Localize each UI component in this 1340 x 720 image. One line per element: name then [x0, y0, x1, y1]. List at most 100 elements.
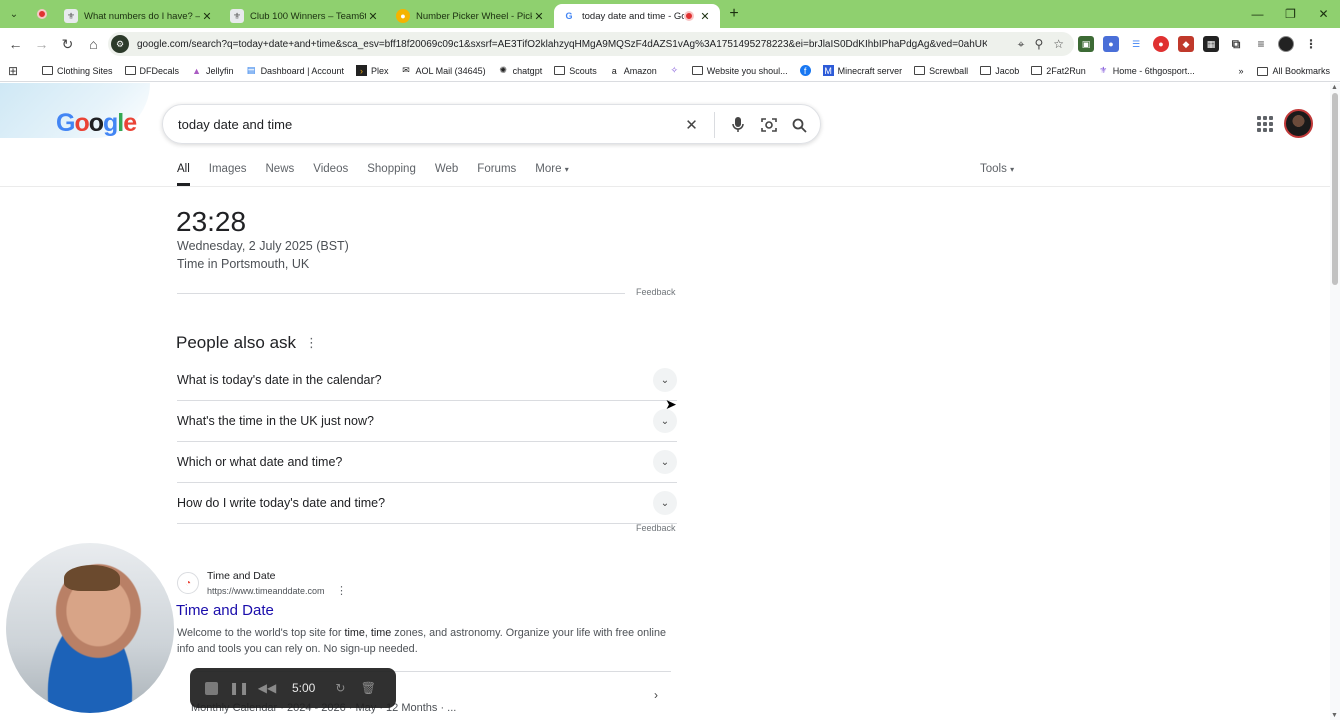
home-button[interactable]: ⌂ [81, 32, 106, 57]
reading-list-icon[interactable]: ≡ [1253, 36, 1269, 52]
camera-lens-icon[interactable] [760, 117, 777, 134]
scroll-up-icon[interactable]: ▲ [1331, 84, 1338, 91]
bookmark-item[interactable]: ✺ chatgpt [498, 65, 542, 76]
bookmark-item[interactable]: f [799, 65, 811, 76]
browser-tab[interactable]: ⚜ Club 100 Winners – Team6th.o ✕ [222, 4, 388, 28]
site-info-icon[interactable]: ⚙ [111, 35, 129, 53]
account-avatar[interactable] [1284, 109, 1313, 138]
google-apps-icon[interactable] [1257, 116, 1273, 132]
minimize-button[interactable]: — [1241, 0, 1274, 28]
forward-button[interactable]: → [29, 32, 54, 57]
recording-timer: 5:00 [292, 681, 316, 695]
search-tabs: All Images News Videos Shopping Web Foru… [177, 163, 569, 186]
extension-icon[interactable]: ◆ [1178, 36, 1194, 52]
new-tab-button[interactable]: + [720, 5, 748, 23]
browser-tab[interactable]: ● Number Picker Wheel - Pick R ✕ [388, 4, 554, 28]
paa-question[interactable]: What is today's date in the calendar? ⌄ [177, 360, 677, 401]
bookmark-item[interactable]: a Amazon [609, 65, 657, 76]
tab-title: What numbers do I have? – Te [84, 10, 200, 22]
menu-kebab-icon[interactable]: ⋮ [1303, 36, 1319, 52]
feedback-link[interactable]: Feedback [636, 287, 676, 297]
profile-avatar[interactable] [1278, 36, 1294, 52]
apps-icon[interactable]: ⊞ [8, 64, 30, 78]
tab-close-icon[interactable]: ✕ [698, 10, 712, 23]
stop-icon[interactable] [204, 681, 218, 695]
more-options-icon[interactable]: ⋮ [305, 335, 318, 351]
tab-close-icon[interactable]: ✕ [200, 10, 214, 23]
result-title-link[interactable]: Time and Date [176, 602, 274, 619]
pause-icon[interactable]: ❚❚ [229, 681, 249, 695]
scroll-down-icon[interactable]: ▼ [1331, 712, 1338, 719]
result-url[interactable]: https://www.timeanddate.com [207, 586, 325, 596]
microphone-icon[interactable] [729, 117, 746, 134]
search-icon[interactable] [791, 117, 808, 134]
folder-icon [1257, 66, 1269, 76]
tab-images[interactable]: Images [209, 163, 247, 186]
tab-strip: ⌄ ⚜ What numbers do I have? – Te ✕ ⚜ Clu… [0, 0, 1340, 28]
extensions-puzzle-icon[interactable]: ⧉ [1228, 36, 1244, 52]
team6th-icon: ⚜ [230, 9, 244, 23]
restart-icon[interactable]: ↻ [333, 681, 347, 695]
extension-icon[interactable]: ▦ [1203, 36, 1219, 52]
bookmark-item[interactable]: ▤ Dashboard | Account [246, 65, 344, 76]
extension-icon[interactable]: ● [1103, 36, 1119, 52]
address-bar[interactable]: ⚙ google.com/search?q=today+date+and+tim… [108, 32, 1074, 56]
bookmark-star-icon[interactable]: ☆ [1053, 37, 1064, 51]
rewind-icon[interactable]: ◀◀ [258, 681, 276, 695]
location-icon[interactable]: ⌖ [1018, 37, 1025, 52]
tools-button[interactable]: Tools ▾ [980, 163, 1014, 175]
bookmark-item[interactable]: DFDecals [124, 66, 179, 76]
tab-close-icon[interactable]: ✕ [532, 10, 546, 23]
divider [714, 112, 715, 138]
tab-shopping[interactable]: Shopping [367, 163, 416, 186]
bookmark-item[interactable]: M Minecraft server [822, 65, 902, 76]
all-bookmarks-button[interactable]: All Bookmarks [1257, 66, 1330, 76]
bookmark-item[interactable]: ✉ AOL Mail (34645) [400, 65, 485, 76]
tab-videos[interactable]: Videos [313, 163, 348, 186]
scroll-thumb[interactable] [1332, 93, 1338, 285]
tab-forums[interactable]: Forums [477, 163, 516, 186]
url-text[interactable]: google.com/search?q=today+date+and+time&… [137, 39, 987, 50]
clear-icon[interactable]: ✕ [683, 117, 700, 134]
extension-icon[interactable]: ▣ [1078, 36, 1094, 52]
extension-icon[interactable]: ● [1153, 36, 1169, 52]
bookmark-item[interactable]: ⚜ Home - 6thgosport... [1098, 65, 1195, 76]
bookmarks-overflow-button[interactable]: » [1238, 66, 1243, 76]
tab-more[interactable]: More ▾ [535, 163, 568, 186]
extension-icon[interactable]: ☰ [1128, 36, 1144, 52]
bookmark-item[interactable]: 2Fat2Run [1031, 66, 1086, 76]
zoom-icon[interactable]: ⚲ [1034, 37, 1043, 51]
bookmark-item[interactable]: Screwball [914, 66, 968, 76]
maximize-button[interactable]: ❐ [1274, 0, 1307, 28]
paa-question[interactable]: How do I write today's date and time? ⌄ [177, 483, 677, 524]
paa-question[interactable]: What's the time in the UK just now? ⌄ [177, 401, 677, 442]
tab-search-button[interactable]: ⌄ [0, 0, 28, 28]
google-logo[interactable]: Google [56, 109, 137, 138]
result-site-name[interactable]: Time and Date [207, 570, 275, 582]
recording-indicator [28, 0, 56, 28]
bookmark-item[interactable]: ▲ Jellyfin [191, 65, 233, 76]
page-scrollbar[interactable]: ▲ ▼ [1330, 83, 1340, 720]
feedback-link[interactable]: Feedback [636, 523, 676, 533]
delete-icon[interactable]: 🗑 [361, 681, 376, 695]
search-box: ✕ [162, 104, 821, 144]
browser-tab[interactable]: ⚜ What numbers do I have? – Te ✕ [56, 4, 222, 28]
back-button[interactable]: ← [3, 32, 28, 57]
paa-question[interactable]: Which or what date and time? ⌄ [177, 442, 677, 483]
close-window-button[interactable]: ✕ [1307, 0, 1340, 28]
chevron-right-icon[interactable]: › [654, 688, 658, 702]
browser-tab-active[interactable]: G today date and time - Goo ✕ [554, 4, 720, 28]
bookmark-item[interactable]: Scouts [554, 66, 597, 76]
bookmark-item[interactable]: Website you shoul... [691, 66, 788, 76]
search-input[interactable] [178, 116, 678, 132]
tab-news[interactable]: News [266, 163, 295, 186]
bookmark-item[interactable]: ✧ [669, 65, 680, 76]
tab-close-icon[interactable]: ✕ [366, 10, 380, 23]
bookmark-item[interactable]: Clothing Sites [42, 66, 113, 76]
result-more-icon[interactable]: ⋮ [336, 584, 347, 597]
reload-button[interactable]: ↻ [55, 32, 80, 57]
bookmark-item[interactable]: › Plex [355, 65, 388, 76]
bookmark-item[interactable]: Jacob [980, 66, 1019, 76]
tab-all[interactable]: All [177, 163, 190, 186]
tab-web[interactable]: Web [435, 163, 458, 186]
